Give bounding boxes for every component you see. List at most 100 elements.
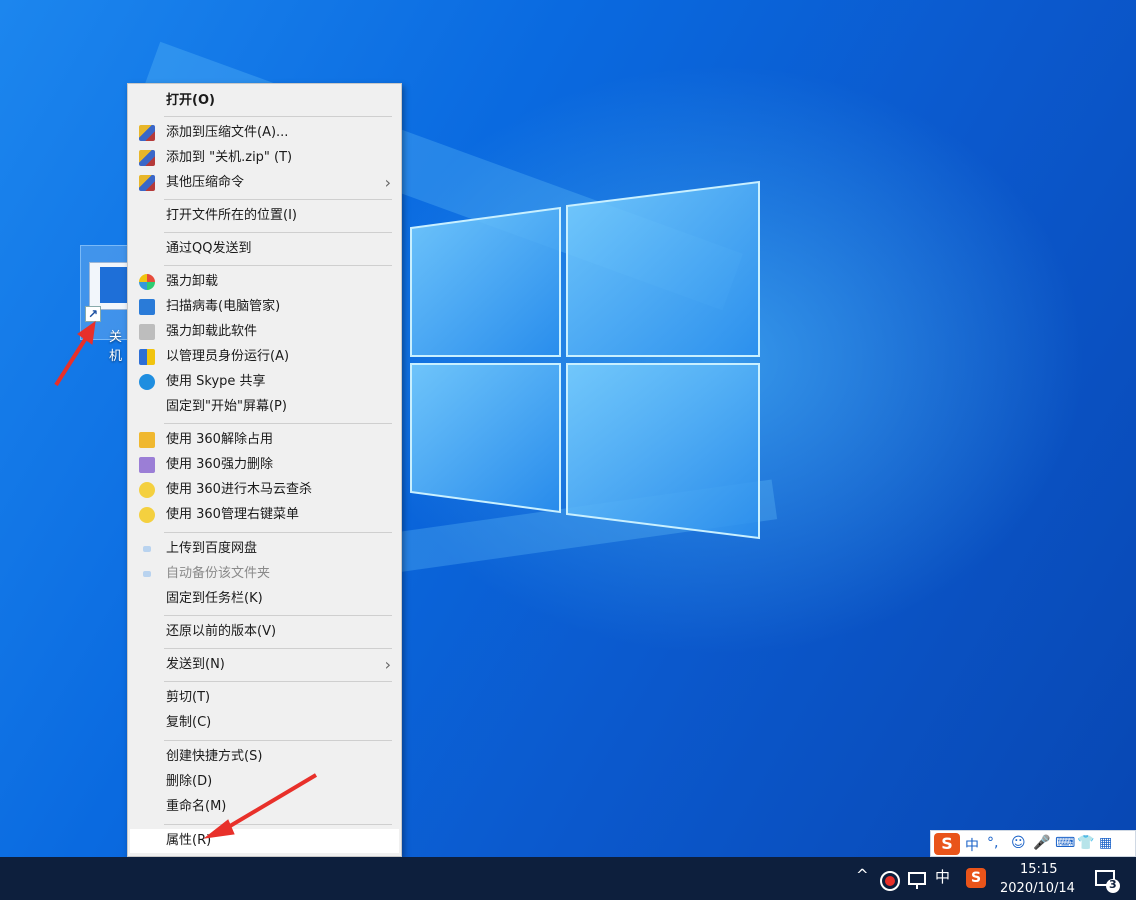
- menu-item-label: 其他压缩命令: [166, 175, 245, 190]
- windows-logo: [410, 180, 760, 540]
- menu-item[interactable]: 打开(O): [130, 89, 399, 113]
- desktop-shortcut[interactable]: ↗ 关机: [80, 245, 131, 364]
- 360-plus-icon: [139, 482, 155, 498]
- emoji-icon[interactable]: ☺: [1011, 835, 1026, 851]
- toolbox-icon[interactable]: ▦: [1099, 835, 1112, 851]
- menu-item[interactable]: 重命名(M): [130, 795, 399, 819]
- folder-unlock-icon: [139, 432, 155, 448]
- menu-item[interactable]: 打开文件所在的位置(I): [130, 204, 399, 228]
- submenu-chevron-icon: ›: [384, 655, 391, 674]
- menu-item[interactable]: 固定到任务栏(K): [130, 587, 399, 611]
- menu-item-label: 使用 360强力删除: [166, 457, 273, 472]
- menu-item[interactable]: 固定到"开始"屏幕(P): [130, 395, 399, 419]
- clover-icon: [139, 274, 155, 290]
- menu-item[interactable]: 强力卸载: [130, 270, 399, 294]
- menu-item[interactable]: 删除(D): [130, 770, 399, 794]
- cloud-icon: [143, 546, 151, 552]
- menu-item[interactable]: 强力卸载此软件: [130, 320, 399, 344]
- menu-item-label: 复制(C): [166, 715, 212, 730]
- shortcut-label: 关机: [109, 330, 123, 364]
- menu-item[interactable]: 使用 360进行木马云查杀: [130, 478, 399, 502]
- menu-item[interactable]: 其他压缩命令 ›: [130, 171, 399, 195]
- keyboard-icon[interactable]: ⌨: [1055, 835, 1075, 851]
- sogou-tray-icon[interactable]: S: [966, 868, 986, 888]
- menu-item[interactable]: 自动备份该文件夹: [130, 562, 399, 586]
- menu-item-label: 自动备份该文件夹: [166, 566, 271, 581]
- menu-item[interactable]: 发送到(N) ›: [130, 653, 399, 677]
- record-icon[interactable]: [879, 870, 901, 892]
- menu-item-label: 剪切(T): [166, 690, 211, 705]
- menu-item[interactable]: 使用 360管理右键菜单: [130, 503, 399, 527]
- menu-separator: [164, 423, 392, 424]
- notification-count: 3: [1109, 878, 1117, 891]
- menu-item-label: 使用 360管理右键菜单: [166, 507, 299, 522]
- menu-item-label: 删除(D): [166, 774, 213, 789]
- clock-time[interactable]: 15:15: [1020, 862, 1057, 877]
- archive-icon: [139, 175, 155, 191]
- microphone-icon[interactable]: 🎤: [1033, 835, 1050, 851]
- menu-item[interactable]: 扫描病毒(电脑管家): [130, 295, 399, 319]
- uac-shield-icon: [139, 349, 155, 365]
- menu-separator: [164, 648, 392, 649]
- ime-toolbar[interactable]: S 中 °, ☺ 🎤 ⌨ 👕 ▦: [930, 830, 1136, 857]
- archive-icon: [139, 150, 155, 166]
- menu-item[interactable]: 以管理员身份运行(A): [130, 345, 399, 369]
- menu-item-label: 固定到任务栏(K): [166, 591, 263, 606]
- menu-item-label: 强力卸载此软件: [166, 324, 258, 339]
- network-icon[interactable]: [907, 871, 929, 891]
- menu-item-label: 固定到"开始"屏幕(P): [166, 399, 287, 414]
- menu-item[interactable]: 添加到压缩文件(A)...: [130, 121, 399, 145]
- menu-item[interactable]: 还原以前的版本(V): [130, 620, 399, 644]
- menu-item[interactable]: 上传到百度网盘: [130, 537, 399, 561]
- menu-item-label: 使用 360进行木马云查杀: [166, 482, 312, 497]
- menu-item[interactable]: 使用 360解除占用: [130, 428, 399, 452]
- menu-separator: [164, 199, 392, 200]
- archive-icon: [139, 125, 155, 141]
- menu-separator: [164, 232, 392, 233]
- menu-item-label: 使用 360解除占用: [166, 432, 273, 447]
- menu-separator: [164, 615, 392, 616]
- menu-item-label: 添加到压缩文件(A)...: [166, 125, 289, 140]
- 360-plus-icon: [139, 507, 155, 523]
- menu-item-label: 上传到百度网盘: [166, 541, 258, 556]
- menu-item-label: 强力卸载: [166, 274, 219, 289]
- skype-icon: [139, 374, 155, 390]
- menu-separator: [164, 532, 392, 533]
- menu-separator: [164, 824, 392, 825]
- skin-icon[interactable]: 👕: [1077, 835, 1094, 851]
- menu-item[interactable]: 使用 Skype 共享: [130, 370, 399, 394]
- menu-item[interactable]: 添加到 "关机.zip" (T): [130, 146, 399, 170]
- menu-separator: [164, 265, 392, 266]
- tray-chevron-icon[interactable]: ^: [856, 866, 869, 884]
- ime-mode-toggle[interactable]: 中: [965, 835, 979, 855]
- menu-item-label: 打开文件所在的位置(I): [166, 208, 297, 223]
- context-menu: 打开(O) 添加到压缩文件(A)... 添加到 "关机.zip" (T) 其他压缩命令…: [127, 83, 402, 857]
- menu-item-label: 属性(R): [166, 833, 212, 848]
- menu-item-label: 以管理员身份运行(A): [166, 349, 290, 364]
- menu-item-label: 创建快捷方式(S): [166, 749, 263, 764]
- menu-item[interactable]: 使用 360强力删除: [130, 453, 399, 477]
- menu-item-label: 使用 Skype 共享: [166, 374, 266, 389]
- menu-item-label: 扫描病毒(电脑管家): [166, 299, 281, 314]
- menu-item[interactable]: 复制(C): [130, 711, 399, 735]
- punctuation-icon[interactable]: °,: [987, 835, 998, 851]
- shortcut-icon: [89, 262, 131, 310]
- shredder-icon: [139, 457, 155, 473]
- ime-indicator[interactable]: 中: [935, 866, 950, 887]
- shortcut-arrow-icon: ↗: [85, 306, 101, 322]
- menu-item[interactable]: 创建快捷方式(S): [130, 745, 399, 769]
- menu-item-label: 重命名(M): [166, 799, 227, 814]
- menu-item[interactable]: 属性(R): [130, 829, 399, 853]
- menu-item-label: 通过QQ发送到: [166, 241, 252, 256]
- cloud-icon: [143, 571, 151, 577]
- menu-item-label: 打开(O): [166, 93, 215, 108]
- menu-item[interactable]: 剪切(T): [130, 686, 399, 710]
- menu-separator: [164, 681, 392, 682]
- sogou-logo-icon[interactable]: S: [934, 833, 960, 855]
- trash-icon: [139, 324, 155, 340]
- menu-item-label: 还原以前的版本(V): [166, 624, 277, 639]
- menu-separator: [164, 740, 392, 741]
- clock-date[interactable]: 2020/10/14: [1000, 881, 1075, 896]
- menu-item-label: 发送到(N): [166, 657, 225, 672]
- menu-item[interactable]: 通过QQ发送到: [130, 237, 399, 261]
